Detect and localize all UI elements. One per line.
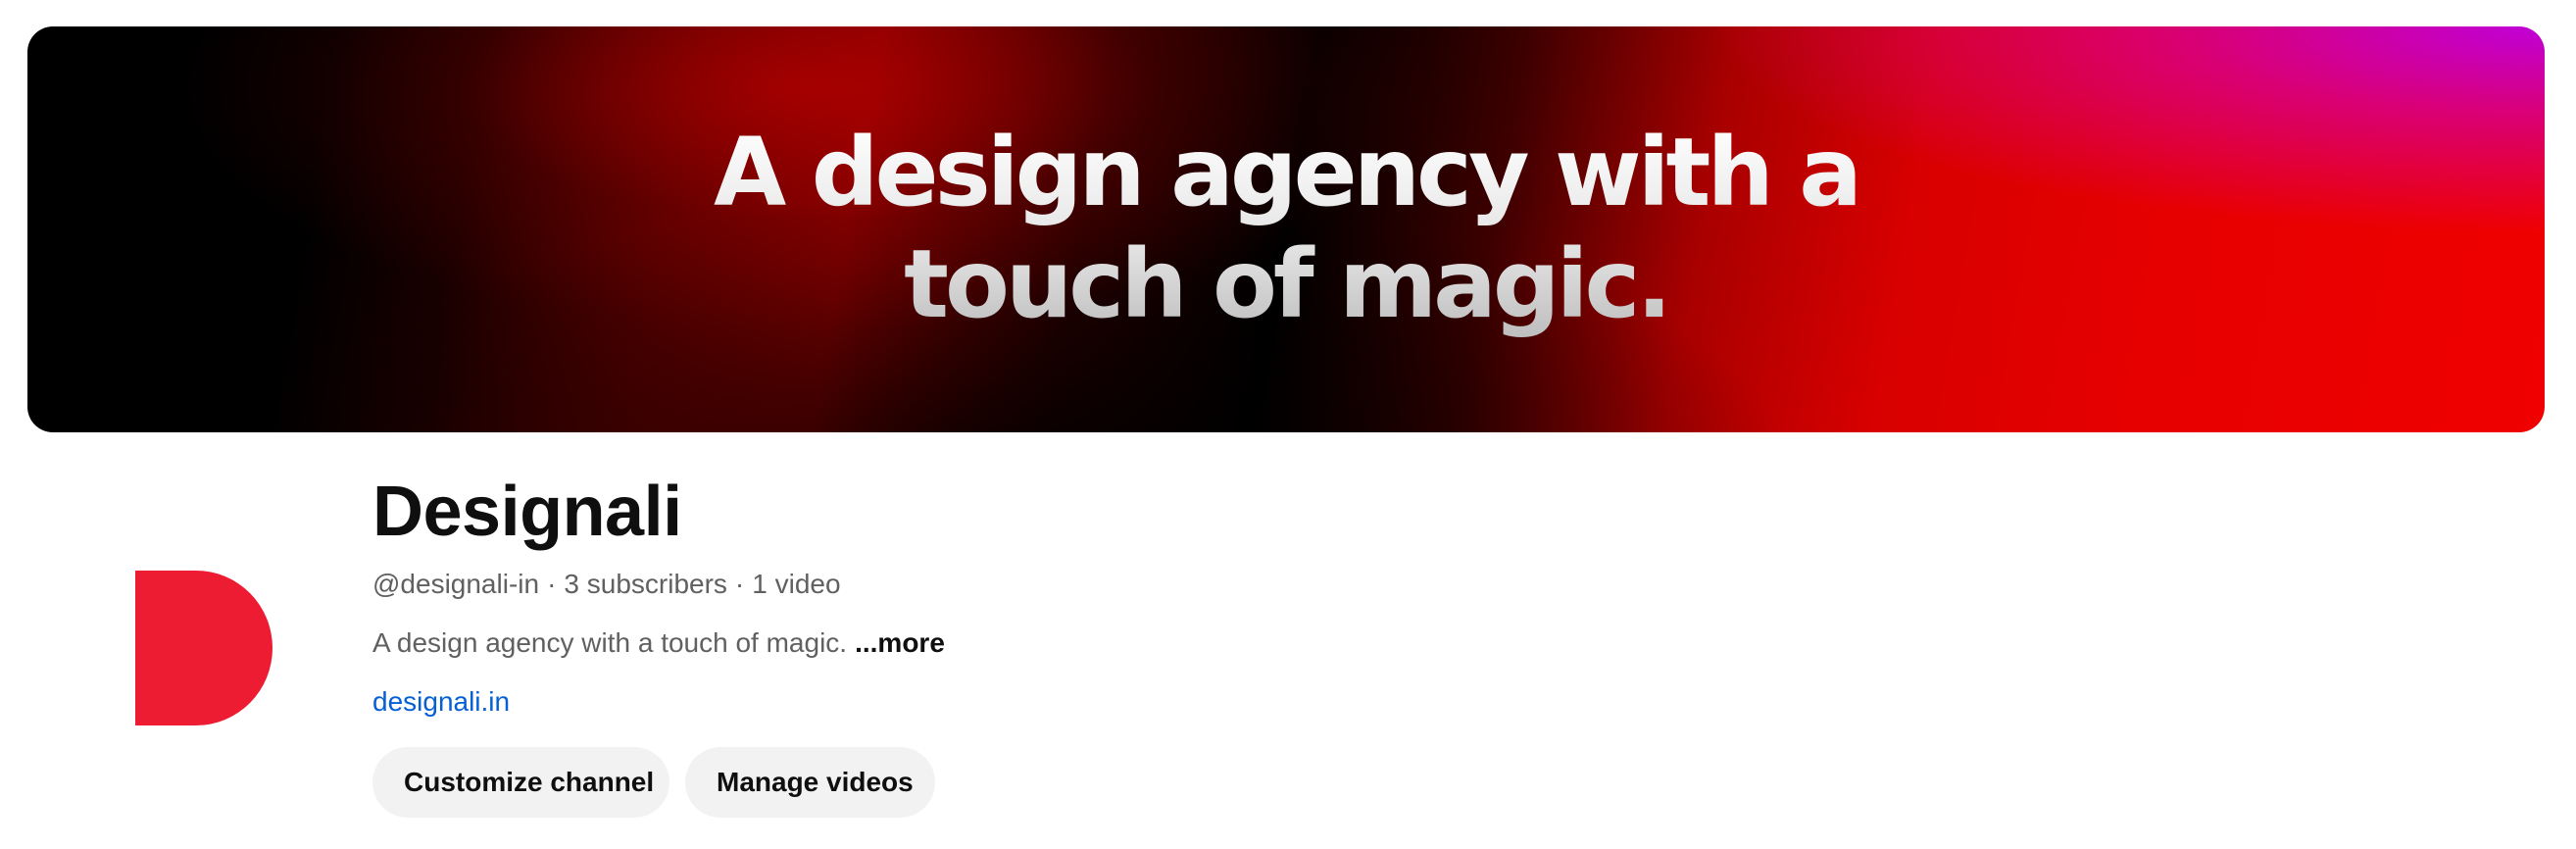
channel-handle: @designali-in	[372, 569, 540, 599]
banner-headline-line2: touch of magic.	[904, 229, 1668, 339]
channel-meta: @designali-in · 3 subscribers · 1 video	[372, 567, 841, 602]
channel-name: Designali	[372, 473, 682, 551]
customize-channel-button[interactable]: Customize channel	[372, 747, 669, 818]
more-link[interactable]: ...more	[855, 627, 945, 658]
video-count: 1 video	[752, 569, 841, 599]
channel-banner: A design agency with a touch of magic.	[27, 26, 2545, 432]
subscriber-count: 3 subscribers	[564, 569, 727, 599]
channel-avatar[interactable]	[135, 571, 272, 725]
banner-headline-line1: A design agency with a	[714, 118, 1858, 227]
banner-headline: A design agency with a touch of magic.	[27, 117, 2545, 340]
manage-videos-button[interactable]: Manage videos	[685, 747, 935, 818]
designali-d-logo-icon	[135, 571, 272, 725]
meta-separator: ·	[734, 569, 745, 599]
channel-website-link[interactable]: designali.in	[372, 684, 510, 720]
meta-separator: ·	[547, 569, 557, 599]
channel-description[interactable]: A design agency with a touch of magic...…	[372, 625, 945, 661]
description-text: A design agency with a touch of magic.	[372, 627, 848, 658]
